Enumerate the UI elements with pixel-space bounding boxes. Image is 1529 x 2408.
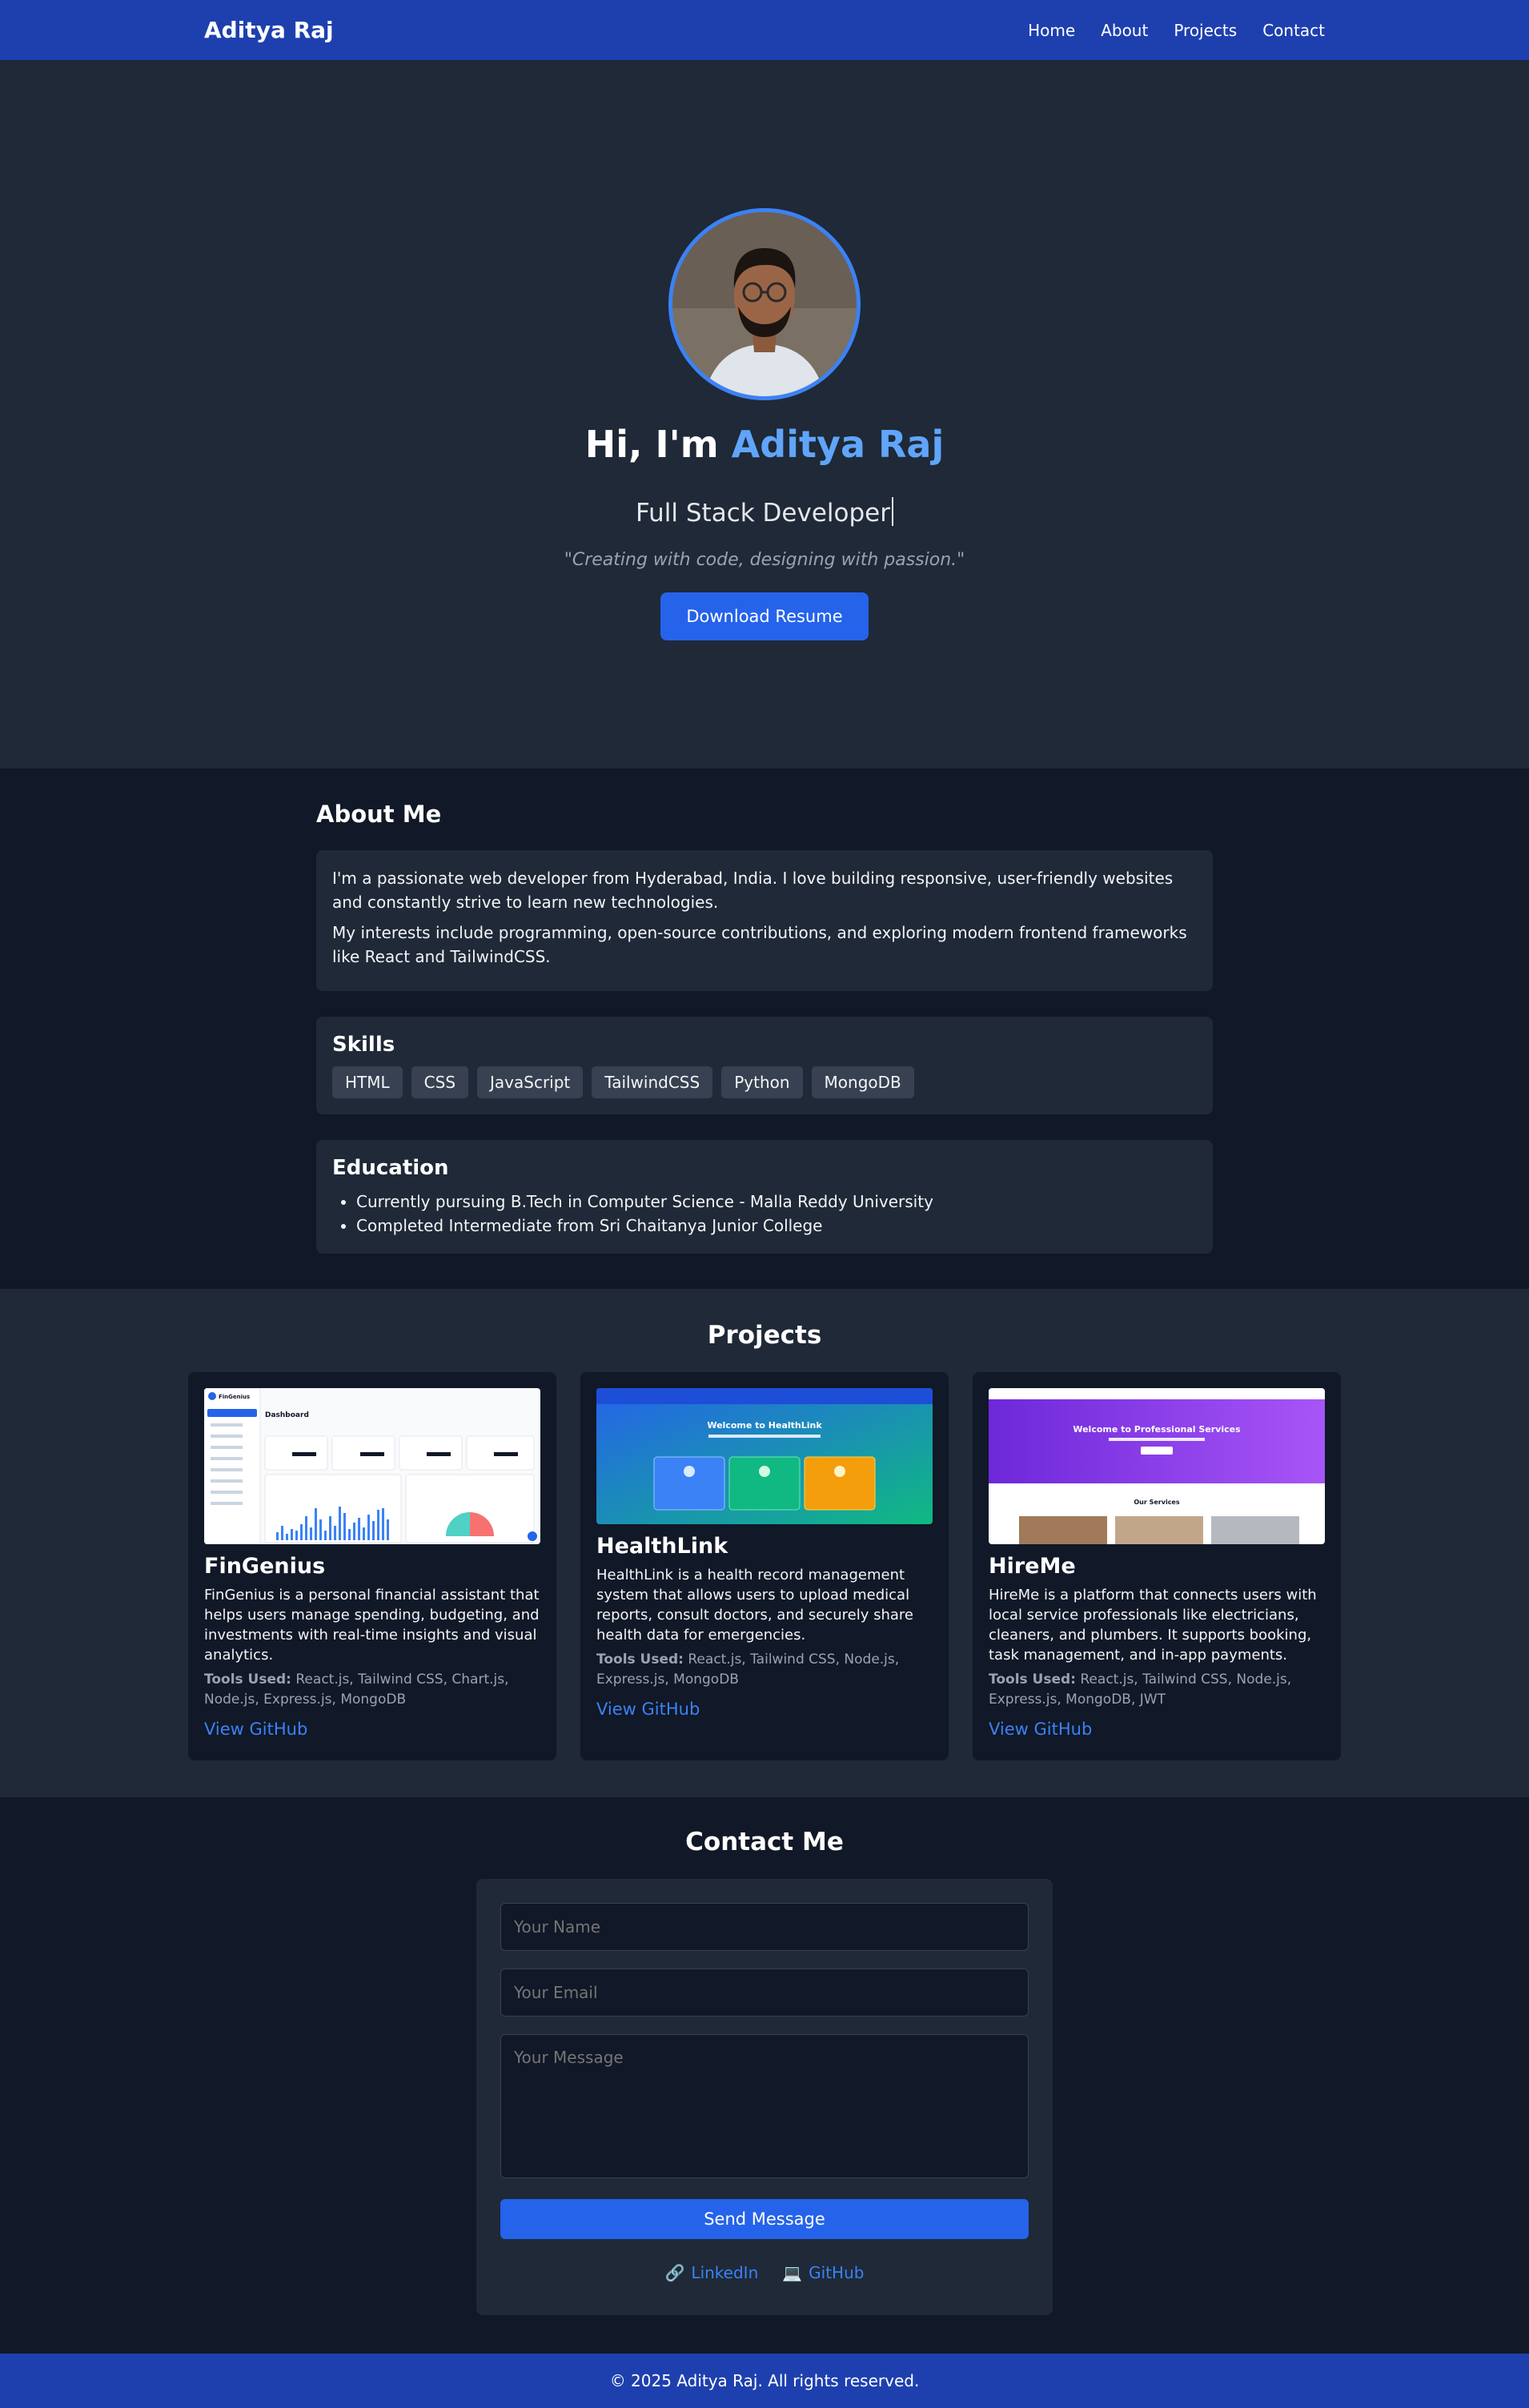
linkedin-link[interactable]: LinkedIn — [691, 2263, 758, 2282]
project-card-hireme: Welcome to Professional Services Our Ser… — [973, 1372, 1341, 1760]
skills-list: HTML CSS JavaScript TailwindCSS Python M… — [332, 1066, 1197, 1098]
education-card: Education Currently pursuing B.Tech in C… — [316, 1140, 1213, 1254]
about-section: About Me I'm a passionate web developer … — [0, 769, 1529, 1289]
project-thumbnail-fingenius: FinGenius Dashboard — [204, 1388, 540, 1544]
hero-greeting: Hi, I'm — [584, 423, 732, 466]
project-title: FinGenius — [204, 1554, 326, 1579]
tools-label: Tools Used: — [596, 1651, 684, 1668]
hero-section: Hi, I'm Aditya Raj Full Stack Developer … — [0, 60, 1529, 769]
message-textarea[interactable] — [500, 2034, 1029, 2178]
brand-logo[interactable]: Aditya Raj — [204, 17, 334, 43]
view-github-link-fingenius[interactable]: View GitHub — [204, 1720, 307, 1739]
fingenius-dashboard-screenshot: FinGenius Dashboard — [204, 1388, 540, 1544]
contact-section: Contact Me Send Message 🔗 LinkedIn 💻 GitHu… — [0, 1797, 1529, 2354]
project-grid: FinGenius Dashboard FinGenius FinGenius … — [188, 1372, 1341, 1760]
hero-heading: Hi, I'm Aditya Raj — [585, 423, 944, 466]
skill-chip: MongoDB — [811, 1066, 914, 1098]
profile-avatar — [668, 208, 861, 400]
social-links: 🔗 LinkedIn 💻 GitHub — [500, 2263, 1029, 2282]
project-thumbnail-hireme: Welcome to Professional Services Our Ser… — [989, 1388, 1325, 1544]
skill-chip: TailwindCSS — [592, 1066, 713, 1098]
hire-thumb-services: Our Services — [1134, 1499, 1179, 1506]
hire-thumb-welcome: Welcome to Professional Services — [1073, 1424, 1241, 1435]
tools-label: Tools Used: — [204, 1672, 291, 1688]
footer: © 2025 Aditya Raj. All rights reserved. — [0, 2354, 1529, 2408]
nav-link-contact[interactable]: Contact — [1262, 21, 1325, 40]
profile-photo-illustration — [672, 212, 857, 396]
education-item: Currently pursuing B.Tech in Computer Sc… — [356, 1190, 1197, 1214]
view-github-link-healthlink[interactable]: View GitHub — [596, 1700, 700, 1719]
download-resume-button[interactable]: Download Resume — [660, 592, 869, 640]
project-tools: Tools Used: React.js, Tailwind CSS, Node… — [596, 1650, 933, 1690]
about-paragraph: My interests include programming, open-s… — [332, 923, 1187, 966]
project-title: HealthLink — [596, 1534, 728, 1559]
hero-name: Aditya Raj — [731, 423, 945, 466]
link-icon: 🔗 — [664, 2263, 685, 2282]
github-link[interactable]: GitHub — [809, 2263, 864, 2282]
email-input[interactable] — [500, 1969, 1029, 2017]
skill-chip: JavaScript — [477, 1066, 584, 1098]
nav-link-projects[interactable]: Projects — [1174, 21, 1237, 40]
nav-link-about[interactable]: About — [1101, 21, 1148, 40]
projects-section: Projects FinGenius Dashboard FinGenius F… — [0, 1289, 1529, 1797]
view-github-link-hireme[interactable]: View GitHub — [989, 1720, 1092, 1739]
name-input[interactable] — [500, 1903, 1029, 1951]
education-list: Currently pursuing B.Tech in Computer Sc… — [332, 1190, 1197, 1238]
project-tools: Tools Used: React.js, Tailwind CSS, Char… — [204, 1670, 540, 1710]
nav-links: Home About Projects Contact — [1028, 21, 1325, 40]
skill-chip: HTML — [332, 1066, 403, 1098]
education-heading: Education — [332, 1156, 449, 1180]
tools-label: Tools Used: — [989, 1672, 1076, 1688]
hero-role: Full Stack Developer — [636, 496, 893, 528]
project-description: FinGenius is a personal financial assist… — [204, 1587, 540, 1664]
project-description: HealthLink is a health record management… — [596, 1567, 913, 1643]
nav-link-home[interactable]: Home — [1028, 21, 1075, 40]
laptop-icon: 💻 — [782, 2263, 803, 2282]
fin-thumb-dashboard-title: Dashboard — [265, 1411, 309, 1419]
project-card-fingenius: FinGenius Dashboard FinGenius FinGenius … — [188, 1372, 556, 1760]
education-item: Completed Intermediate from Sri Chaitany… — [356, 1214, 1197, 1238]
github-item: 💻 GitHub — [782, 2263, 864, 2282]
fin-thumb-brand: FinGenius — [219, 1394, 250, 1400]
about-heading: About Me — [316, 801, 442, 828]
hireme-homepage-screenshot: Welcome to Professional Services Our Ser… — [989, 1388, 1325, 1544]
send-message-button[interactable]: Send Message — [500, 2199, 1029, 2239]
linkedin-item: 🔗 LinkedIn — [665, 2263, 759, 2282]
about-paragraph: I'm a passionate web developer from Hyde… — [332, 869, 1174, 912]
skills-heading: Skills — [332, 1033, 395, 1057]
project-thumbnail-healthlink: Welcome to HealthLink — [596, 1388, 933, 1524]
top-navbar: Aditya Raj Home About Projects Contact — [0, 0, 1529, 60]
project-tools: Tools Used: React.js, Tailwind CSS, Node… — [989, 1670, 1325, 1710]
copyright-text: © 2025 Aditya Raj. All rights reserved. — [609, 2371, 920, 2390]
skills-card: Skills HTML CSS JavaScript TailwindCSS P… — [316, 1017, 1213, 1114]
skill-chip: Python — [721, 1066, 803, 1098]
project-card-healthlink: Welcome to HealthLink HealthLink HealthL… — [580, 1372, 949, 1760]
hero-role-text: Full Stack Developer — [636, 498, 890, 528]
skill-chip: CSS — [411, 1066, 469, 1098]
health-thumb-welcome: Welcome to HealthLink — [707, 1420, 822, 1431]
project-description: HireMe is a platform that connects users… — [989, 1587, 1317, 1664]
contact-heading: Contact Me — [685, 1828, 844, 1856]
hero-quote: "Creating with code, designing with pass… — [564, 549, 965, 570]
healthlink-homepage-screenshot: Welcome to HealthLink — [596, 1388, 933, 1524]
projects-heading: Projects — [707, 1321, 822, 1350]
contact-form: Send Message 🔗 LinkedIn 💻 GitHub — [476, 1879, 1053, 2315]
about-card: I'm a passionate web developer from Hyde… — [316, 850, 1213, 991]
project-title: HireMe — [989, 1554, 1076, 1579]
typing-cursor — [891, 496, 893, 526]
